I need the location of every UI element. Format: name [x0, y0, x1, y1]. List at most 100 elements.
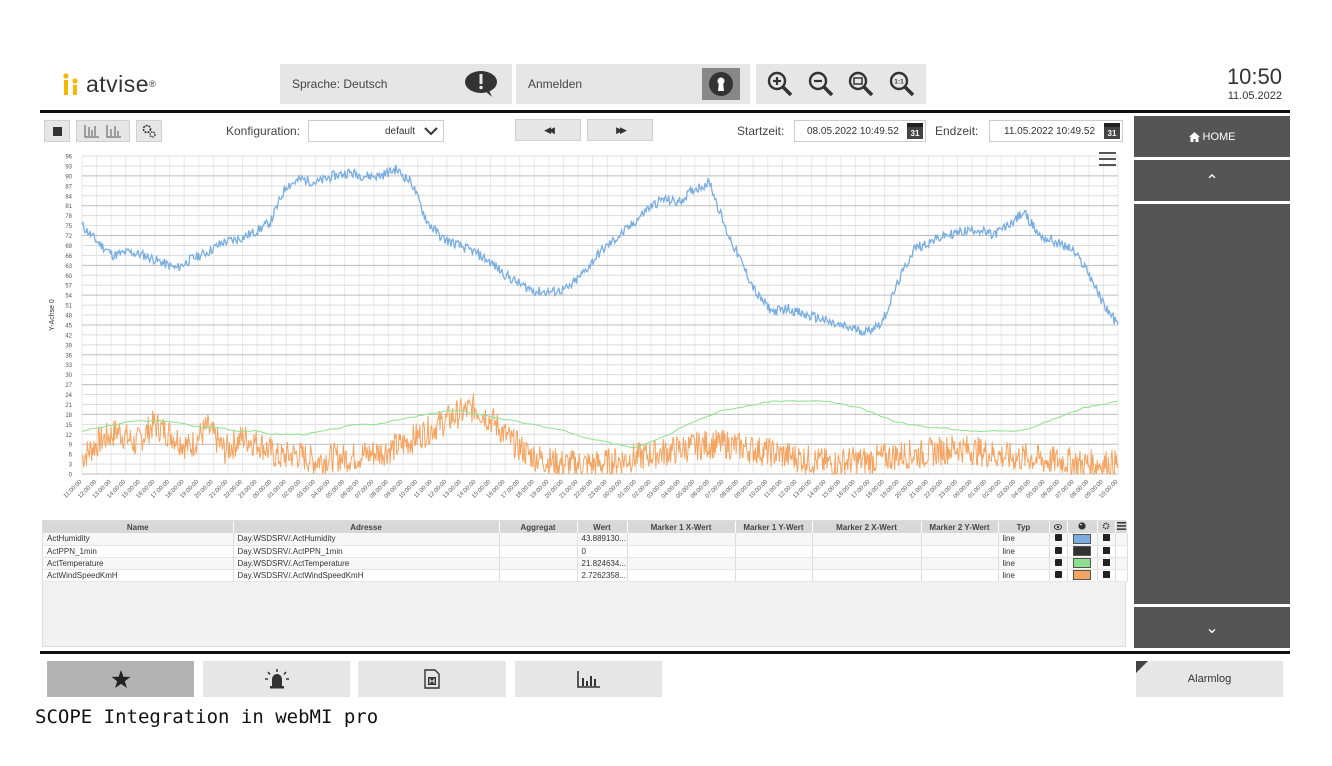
y-tick-label: 96 — [65, 155, 72, 161]
table-row[interactable]: ActWindSpeedKmH Day.WSDSRV/.ActWindSpeedK… — [43, 569, 1128, 582]
y-tick-label: 57 — [65, 284, 72, 290]
column-header-value[interactable]: Wert — [577, 521, 628, 533]
marker1-x-value — [627, 533, 736, 546]
series-settings[interactable] — [1097, 557, 1116, 570]
series-color-swatch[interactable] — [1067, 557, 1098, 570]
marker2-x-value — [812, 569, 922, 582]
stop-icon — [52, 126, 62, 136]
zoom-out-icon[interactable] — [804, 67, 838, 101]
y-tick-label: 24 — [65, 393, 72, 399]
config-select[interactable]: default — [308, 120, 444, 142]
column-header-marker2-y[interactable]: Marker 2 Y-Wert — [921, 521, 999, 533]
table-row[interactable]: ActPPN_1min Day.WSDSRV/.ActPPN_1min 0 line — [43, 545, 1128, 558]
menu-icon[interactable] — [1115, 521, 1128, 533]
home-icon — [1188, 131, 1200, 142]
table-row[interactable]: ActTemperature Day.WSDSRV/.ActTemperature… — [43, 557, 1128, 570]
trend-chart[interactable]: 0369121518212427303336394245485154576063… — [40, 148, 1130, 518]
trend-tab[interactable] — [515, 661, 662, 697]
table-row[interactable]: ActHumidity Day.WSDSRV/.ActHumidity 43.889… — [43, 533, 1128, 546]
series-value: 2.7262358... — [577, 569, 628, 582]
config-value: default — [384, 125, 415, 137]
zoom-controls: 1:1 — [756, 64, 926, 104]
alarm-tab[interactable] — [203, 661, 350, 697]
chart-marker-1-icon[interactable] — [84, 124, 100, 138]
corner-indicator-icon — [1136, 661, 1148, 673]
marker2-x-value — [812, 545, 922, 558]
series-name: ActHumidity — [43, 533, 234, 546]
login-box[interactable]: Anmelden — [516, 64, 750, 104]
column-header-address[interactable]: Adresse — [233, 521, 500, 533]
settings-button[interactable] — [136, 120, 162, 142]
visibility-checkbox[interactable] — [1049, 533, 1068, 546]
series-settings[interactable] — [1097, 545, 1116, 558]
column-header-marker2-x[interactable]: Marker 2 X-Wert — [812, 521, 922, 533]
y-tick-label: 78 — [65, 214, 72, 220]
chevron-down-icon — [423, 126, 439, 136]
start-time-input[interactable]: 08.05.2022 10:49.52 31 — [794, 120, 926, 142]
marker2-x-value — [812, 533, 922, 546]
column-header-aggregate[interactable]: Aggregat — [499, 521, 578, 533]
series-address: Day.WSDSRV/.ActPPN_1min — [233, 545, 500, 558]
bar-chart-icon — [576, 670, 601, 688]
eye-icon[interactable] — [1049, 521, 1068, 533]
y-tick-label: 45 — [65, 323, 72, 329]
marker2-x-value — [812, 557, 922, 570]
zoom-reset-icon[interactable]: 1:1 — [885, 67, 919, 101]
marker2-y-value — [921, 569, 999, 582]
visibility-checkbox[interactable] — [1049, 545, 1068, 558]
series-color-swatch[interactable] — [1067, 533, 1098, 546]
clock-date: 11.05.2022 — [1227, 90, 1282, 102]
end-time-input[interactable]: 11.05.2022 10:49.52 31 — [989, 120, 1123, 142]
calendar-icon[interactable]: 31 — [1104, 123, 1120, 139]
y-tick-label: 90 — [65, 174, 72, 180]
zoom-in-icon[interactable] — [763, 67, 797, 101]
marker2-y-value — [921, 533, 999, 546]
series-value: 0 — [577, 545, 628, 558]
history-tab[interactable] — [358, 661, 506, 697]
chart-menu-bar — [1099, 158, 1116, 160]
scroll-up-button[interactable]: ⌃ — [1134, 160, 1290, 201]
right-nav-panel — [1134, 204, 1290, 604]
keyhole-icon[interactable] — [702, 68, 740, 100]
caption: SCOPE Integration in webMI pro — [35, 706, 379, 728]
series-settings[interactable] — [1097, 569, 1116, 582]
calendar-icon[interactable]: 31 — [907, 123, 923, 139]
zoom-fit-icon[interactable] — [844, 67, 878, 101]
y-tick-label: 84 — [65, 194, 72, 200]
rewind-icon: ◀◀ — [544, 124, 555, 135]
series-name: ActTemperature — [43, 557, 234, 570]
gear-icon[interactable] — [1097, 521, 1116, 533]
y-tick-label: 75 — [65, 224, 72, 230]
forward-button[interactable]: ▶▶ — [587, 119, 653, 141]
y-tick-label: 63 — [65, 264, 72, 270]
favorites-tab[interactable] — [47, 661, 194, 697]
palette-icon[interactable] — [1067, 521, 1098, 533]
column-header-marker1-x[interactable]: Marker 1 X-Wert — [627, 521, 736, 533]
series-color-swatch[interactable] — [1067, 569, 1098, 582]
chart-marker-2-icon[interactable] — [106, 124, 122, 138]
stop-button[interactable] — [44, 120, 70, 142]
series-type: line — [998, 557, 1050, 570]
marker1-y-value — [735, 545, 813, 558]
home-button[interactable]: HOME — [1134, 116, 1290, 157]
rewind-button[interactable]: ◀◀ — [515, 119, 581, 141]
series-color-swatch[interactable] — [1067, 545, 1098, 558]
visibility-checkbox[interactable] — [1049, 569, 1068, 582]
series-value: 43.889130... — [577, 533, 628, 546]
column-header-marker1-y[interactable]: Marker 1 Y-Wert — [735, 521, 813, 533]
y-tick-label: 81 — [65, 204, 72, 210]
language-selector[interactable]: Sprache: Deutsch — [280, 64, 512, 104]
visibility-checkbox[interactable] — [1049, 557, 1068, 570]
y-tick-label: 42 — [65, 333, 72, 339]
column-header-type[interactable]: Typ — [998, 521, 1050, 533]
speech-bubble-exclamation-icon[interactable] — [464, 70, 498, 98]
series-settings[interactable] — [1097, 533, 1116, 546]
marker2-y-value — [921, 557, 999, 570]
y-tick-label: 54 — [65, 294, 72, 300]
logo-registered-mark: ® — [149, 79, 156, 89]
column-header-name[interactable]: Name — [43, 521, 234, 533]
row-spacer — [1115, 545, 1128, 558]
scroll-down-button[interactable]: ⌄ — [1134, 607, 1290, 648]
alarmlog-button[interactable]: Alarmlog — [1136, 661, 1283, 697]
alarm-siren-icon — [264, 669, 290, 689]
